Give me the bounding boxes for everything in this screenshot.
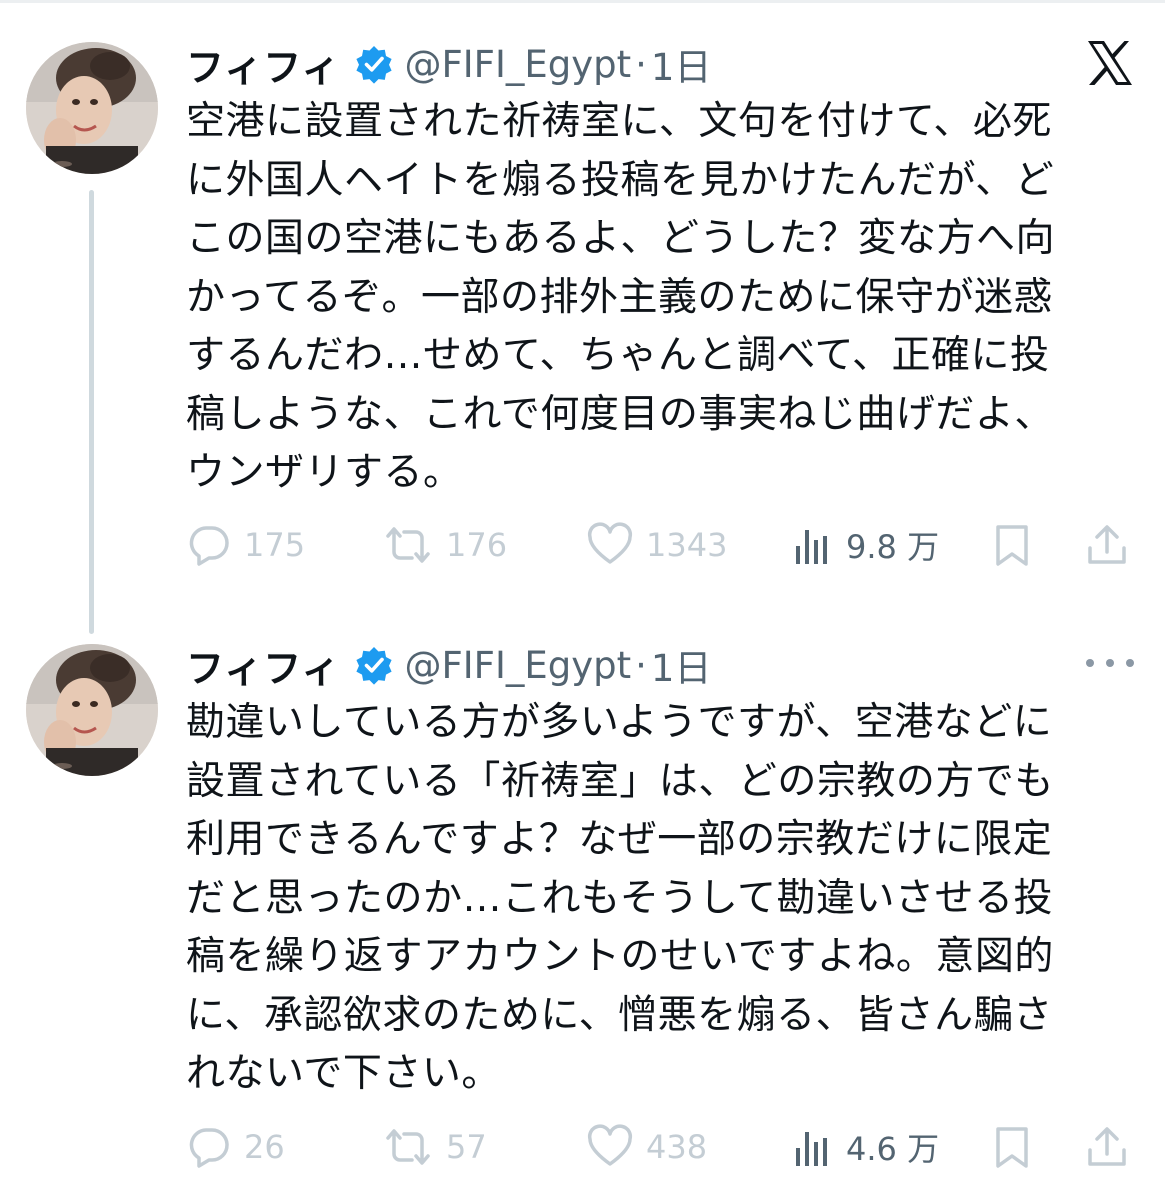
display-name[interactable]: フィフィ (186, 638, 340, 693)
avatar[interactable] (26, 42, 158, 174)
timestamp[interactable]: 1日 (651, 37, 712, 91)
tweet-header: フィフィ @FIFI_Egypt · 1日 (186, 637, 711, 693)
share-icon (1084, 1124, 1130, 1170)
bookmark-icon (992, 1124, 1032, 1170)
share-button[interactable] (1084, 520, 1130, 570)
tweet-text-line: 空港に設置された祈祷室に、文句を付けて、必死 (186, 99, 1052, 144)
views-button[interactable]: 4.6 万 (792, 1122, 939, 1172)
verified-badge-icon (354, 645, 394, 685)
tweet-text-line: かってるぞ。一部の排外主義のために保守が迷惑 (186, 274, 1054, 320)
retweet-button[interactable]: 176 (382, 520, 507, 570)
heart-icon (586, 1124, 634, 1170)
like-count: 1343 (646, 526, 728, 564)
tweet-text-line: この国の空港にもあるよ、どうした？変な方へ向 (186, 216, 1056, 261)
avatar-image (26, 42, 158, 174)
views-chart-icon (792, 1124, 834, 1170)
tweet-header: フィフィ @FIFI_Egypt · 1日 (186, 36, 711, 92)
tweet-text: 空港に設置された祈祷室に、文句を付けて、必死 に外国人ヘイトを煽る投稿を見かけた… (186, 93, 1121, 503)
view-count: 9.8 万 (846, 528, 940, 566)
separator-dot: · (635, 643, 647, 687)
separator-dot: · (635, 42, 647, 86)
tweet-text-line: ウンザリする。 (186, 450, 463, 495)
handle[interactable]: @FIFI_Egypt (404, 43, 631, 86)
tweet-text-line: するんだわ…せめて、ちゃんと調べて、正確に投 (186, 333, 1050, 378)
bookmark-button[interactable] (992, 1122, 1032, 1172)
views-chart-icon (792, 522, 834, 568)
reply-count: 26 (244, 1128, 285, 1166)
top-divider (0, 0, 1165, 3)
more-dots-icon[interactable] (1086, 648, 1134, 678)
tweet-text: 勘違いしている方が多いようですが、空港などに 設置されている「祈祷室」は、どの宗… (186, 694, 1121, 1104)
tweet-text-line: れないで下さい。 (186, 1051, 501, 1096)
action-bar: 26 57 438 4.6 万 (186, 1122, 1136, 1172)
reply-icon (186, 1124, 232, 1170)
verified-badge-icon (354, 44, 394, 84)
avatar[interactable] (26, 644, 158, 776)
tweet-text-line: 稿しような、これで何度目の事実ねじ曲げだよ、 (186, 391, 1054, 437)
retweet-icon (382, 522, 434, 568)
retweet-count: 57 (446, 1128, 487, 1166)
timestamp[interactable]: 1日 (651, 638, 712, 692)
views-button[interactable]: 9.8 万 (792, 520, 939, 570)
retweet-icon (382, 1124, 434, 1170)
view-count: 4.6 万 (846, 1130, 940, 1168)
tweet-text-line: だと思ったのか…これもそうして勘違いさせる投 (186, 875, 1054, 921)
display-name[interactable]: フィフィ (186, 37, 340, 92)
reply-count: 175 (244, 526, 306, 564)
reply-button[interactable]: 26 (186, 1122, 285, 1172)
retweet-count: 176 (446, 526, 508, 564)
handle[interactable]: @FIFI_Egypt (404, 644, 631, 687)
tweet-text-line: に外国人ヘイトを煽る投稿を見かけたんだが、ど (186, 157, 1055, 203)
tweet-text-line: 稿を繰り返すアカウントのせいですよね。意図的 (186, 934, 1054, 979)
tweet-text-line: 利用できるんですよ？なぜ一部の宗教だけに限定 (186, 817, 1053, 862)
tweet-text-line: に、承認欲求のために、憎悪を煽る、皆さん騙さ (186, 992, 1053, 1038)
x-logo-icon[interactable] (1085, 38, 1135, 88)
avatar-image (26, 644, 158, 776)
like-button[interactable]: 1343 (586, 520, 727, 570)
action-bar: 175 176 1343 9.8 万 (186, 520, 1136, 570)
like-count: 438 (646, 1128, 708, 1166)
heart-icon (586, 522, 634, 568)
like-button[interactable]: 438 (586, 1122, 707, 1172)
bookmark-icon (992, 522, 1032, 568)
reply-icon (186, 522, 232, 568)
tweet-text-line: 勘違いしている方が多いようですが、空港などに (186, 700, 1053, 745)
bookmark-button[interactable] (992, 520, 1032, 570)
reply-button[interactable]: 175 (186, 520, 305, 570)
share-icon (1084, 522, 1130, 568)
share-button[interactable] (1084, 1122, 1130, 1172)
thread-line (89, 190, 94, 634)
retweet-button[interactable]: 57 (382, 1122, 487, 1172)
tweet-text-line: 設置されている「祈祷室」は、どの宗教の方でも (186, 758, 1054, 804)
